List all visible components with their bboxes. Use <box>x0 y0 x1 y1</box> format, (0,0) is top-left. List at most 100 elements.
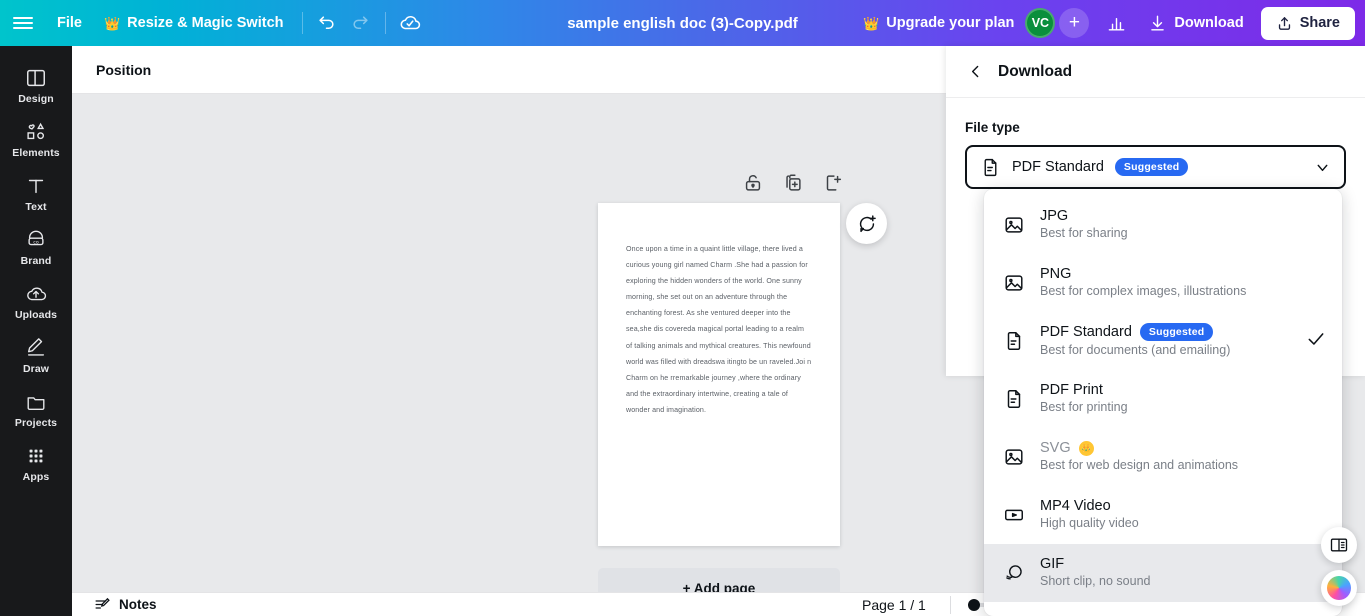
dropdown-option-sub: Best for web design and animations <box>1040 458 1239 472</box>
sidebar-item-projects[interactable]: Projects <box>0 382 72 436</box>
hamburger-icon[interactable] <box>0 14 46 32</box>
chevron-left-icon[interactable] <box>962 59 988 85</box>
dropdown-option-svg[interactable]: SVG 👑 Best for web design and animations <box>984 428 1342 486</box>
file-type-selected-label: PDF Standard <box>1012 159 1104 175</box>
duplicate-page-icon[interactable] <box>782 172 806 196</box>
notes-edit-icon <box>95 597 110 609</box>
suggested-badge: Suggested <box>1139 323 1214 341</box>
add-page-icon[interactable] <box>822 172 846 196</box>
dropdown-option-sub: Best for documents (and emailing) <box>1040 343 1231 357</box>
check-icon <box>1306 329 1326 354</box>
undo-icon[interactable] <box>310 6 344 40</box>
sidebar-item-uploads[interactable]: Uploads <box>0 274 72 328</box>
dropdown-option-sub: High quality video <box>1040 516 1139 530</box>
sidebar-item-label: Brand <box>20 255 52 267</box>
dropdown-option-name: PDF Print <box>1040 382 1103 398</box>
gif-icon <box>1002 562 1026 584</box>
sidebar-item-brand[interactable]: co Brand <box>0 220 72 274</box>
file-type-label: File type <box>965 120 1020 135</box>
dropdown-option-sub: Best for sharing <box>1040 226 1128 240</box>
download-arrow-icon <box>1151 15 1165 31</box>
sidebar-item-label: Uploads <box>14 309 58 321</box>
download-panel-header: Download <box>946 46 1365 98</box>
sidebar-item-label: Apps <box>22 471 50 483</box>
file-menu-label: File <box>57 15 82 31</box>
upgrade-plan-button[interactable]: 👑 Upgrade your plan <box>852 8 1025 38</box>
file-type-dropdown[interactable]: JPG Best for sharing PNG Best for comple… <box>984 189 1342 616</box>
toolbar-divider-1 <box>301 12 303 34</box>
document-title[interactable]: sample english doc (3)-Copy.pdf <box>557 9 808 38</box>
resize-magic-switch-label: Resize & Magic Switch <box>127 15 284 31</box>
notes-button[interactable]: Notes <box>86 592 165 616</box>
file-type-select[interactable]: PDF Standard Suggested <box>965 145 1346 189</box>
dropdown-option-png[interactable]: PNG Best for complex images, illustratio… <box>984 254 1342 312</box>
pdf-document-icon <box>1002 388 1026 410</box>
apps-grid-icon <box>29 449 43 463</box>
redo-icon[interactable] <box>344 6 378 40</box>
insights-chart-icon[interactable] <box>1099 6 1133 40</box>
design-layout-icon <box>27 69 45 87</box>
upgrade-plan-label: Upgrade your plan <box>886 15 1015 31</box>
video-icon <box>1002 504 1026 526</box>
dropdown-option-pdf-standard[interactable]: PDF Standard Suggested Best for document… <box>984 312 1342 370</box>
ai-assistant-button[interactable] <box>1321 570 1357 606</box>
canva-editor-window: File 👑 Resize & Magic Switch sample engl… <box>0 0 1365 616</box>
sidebar-item-label: Design <box>18 93 54 105</box>
suggested-badge: Suggested <box>1114 158 1189 176</box>
svg-text:co: co <box>33 240 39 245</box>
left-sidebar: Design Elements Text co Brand Uploads Dr… <box>0 46 72 616</box>
dropdown-option-gif[interactable]: GIF Short clip, no sound <box>984 544 1342 602</box>
zoom-slider-knob[interactable] <box>968 598 980 611</box>
sidebar-item-label: Elements <box>12 147 60 159</box>
image-icon <box>1002 272 1026 294</box>
dropdown-option-sub: Short clip, no sound <box>1040 574 1151 588</box>
download-panel-title: Download <box>998 62 1073 80</box>
pdf-document-icon <box>1002 330 1026 352</box>
sidebar-item-label: Text <box>25 201 47 213</box>
brand-icon: co <box>28 230 44 245</box>
lock-icon[interactable] <box>742 172 766 196</box>
uploads-cloud-icon <box>27 287 47 301</box>
avatar[interactable]: VC <box>1025 8 1056 38</box>
sidebar-item-elements[interactable]: Elements <box>0 112 72 166</box>
toolbar-divider-2 <box>384 12 386 34</box>
dropdown-option-jpg[interactable]: JPG Best for sharing <box>984 196 1342 254</box>
document-body-text[interactable]: Once upon a time in a quaint little vill… <box>626 241 812 418</box>
resize-magic-switch-button[interactable]: 👑 Resize & Magic Switch <box>93 8 295 38</box>
projects-folder-icon <box>27 397 45 411</box>
dropdown-option-sub: Best for printing <box>1040 400 1128 414</box>
file-menu-button[interactable]: File <box>46 8 93 38</box>
sidebar-item-design[interactable]: Design <box>0 58 72 112</box>
sidebar-item-draw[interactable]: Draw <box>0 328 72 382</box>
sidebar-item-label: Projects <box>14 417 58 429</box>
crown-icon: 👑 <box>1078 440 1094 456</box>
cloud-saved-icon[interactable] <box>393 6 427 40</box>
notes-panel-button[interactable] <box>1321 527 1357 563</box>
ai-brain-icon <box>1327 576 1351 600</box>
position-button[interactable]: Position <box>86 55 161 85</box>
dropdown-option-name: JPG <box>1040 208 1069 224</box>
document-page[interactable]: Once upon a time in a quaint little vill… <box>598 203 840 546</box>
sidebar-item-text[interactable]: Text <box>0 166 72 220</box>
download-panel-body: File type PDF Standard Suggested <box>946 98 1365 189</box>
chevron-down-icon <box>1317 164 1328 171</box>
dropdown-option-name: PDF Standard Suggested <box>1040 323 1292 341</box>
dropdown-option-name: GIF <box>1040 556 1065 572</box>
dropdown-option-mp4-video[interactable]: MP4 Video High quality video <box>984 486 1342 544</box>
image-icon <box>1002 446 1026 468</box>
sidebar-item-apps[interactable]: Apps <box>0 436 72 490</box>
share-label: Share <box>1299 15 1340 31</box>
download-button[interactable]: Download <box>1137 7 1254 40</box>
share-button[interactable]: Share <box>1260 6 1355 40</box>
dropdown-option-pdf-print[interactable]: PDF Print Best for printing <box>984 370 1342 428</box>
bottom-divider <box>950 595 951 614</box>
text-t-icon <box>28 179 44 194</box>
share-upload-icon <box>1278 16 1290 30</box>
crown-icon: 👑 <box>103 15 121 31</box>
add-collaborator-button[interactable]: + <box>1059 8 1090 38</box>
top-toolbar: File 👑 Resize & Magic Switch sample engl… <box>0 0 1365 46</box>
sidebar-item-label: Draw <box>22 363 50 375</box>
magic-comment-icon[interactable] <box>846 203 887 244</box>
image-icon <box>1002 214 1026 236</box>
page-indicator: Page 1 / 1 <box>862 596 926 613</box>
